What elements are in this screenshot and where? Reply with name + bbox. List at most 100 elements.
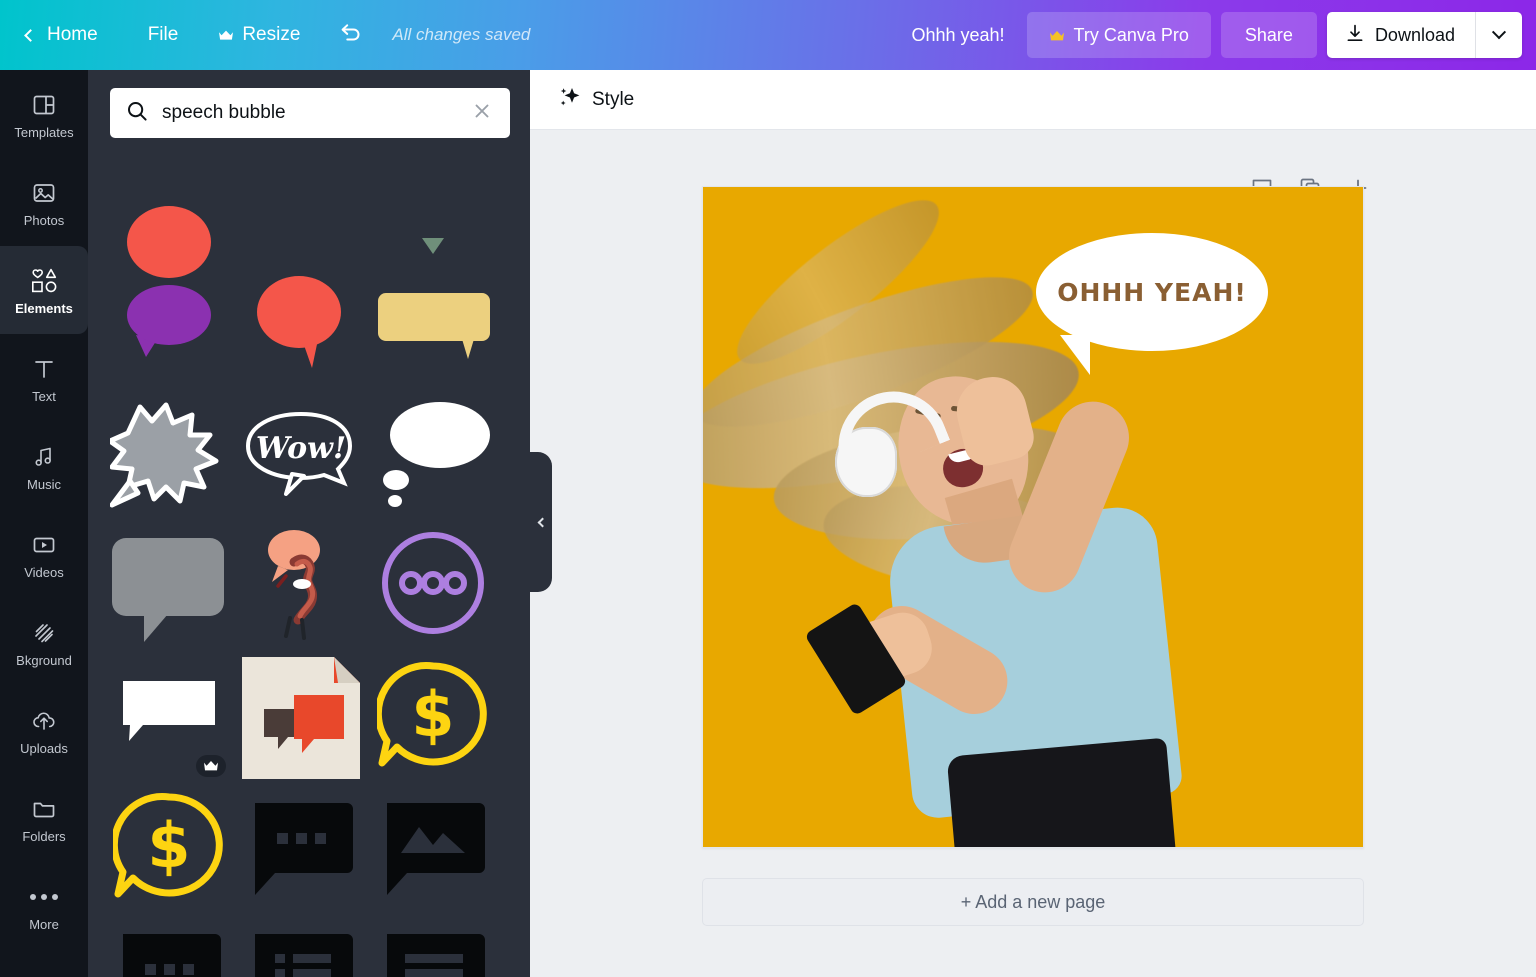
element-tile[interactable]: Wow! [242, 390, 360, 521]
document-title[interactable]: Ohhh yeah! [911, 25, 1004, 46]
element-tile[interactable]: $ [374, 652, 492, 783]
element-tile[interactable] [242, 521, 360, 652]
canvas-bubble-tail [1046, 335, 1090, 375]
sidebar-item-videos[interactable]: Videos [0, 510, 88, 598]
sidebar-item-label: Videos [24, 564, 64, 580]
wow-outline-bubble-icon: Wow! [245, 411, 353, 496]
save-status: All changes saved [392, 25, 531, 44]
folders-icon [31, 794, 57, 824]
element-tile[interactable] [110, 128, 228, 278]
elements-results-grid: Wow! $ $ [110, 128, 510, 977]
resize-button[interactable]: Resize [198, 0, 320, 70]
add-new-page-button[interactable]: + Add a new page [702, 878, 1364, 926]
element-tile[interactable] [110, 259, 228, 390]
try-canva-pro-button[interactable]: Try Canva Pro [1026, 12, 1211, 58]
file-menu-button[interactable]: File [128, 0, 199, 70]
more-dots-icon [30, 882, 58, 912]
sidebar-item-elements[interactable]: Elements [0, 246, 88, 334]
left-rail: Templates Photos Elements Text Music Vid… [0, 70, 88, 977]
black-lines-bubble-icon [387, 933, 485, 977]
tab-style[interactable]: Style [592, 89, 634, 111]
sidebar-item-label: Templates [14, 124, 74, 140]
sidebar-item-label: Photos [23, 212, 65, 228]
design-page[interactable]: OHHH YEAH! [702, 186, 1364, 848]
element-tile[interactable] [110, 390, 228, 521]
chevron-down-icon [1491, 25, 1507, 40]
elements-icon [29, 266, 59, 296]
element-tile[interactable] [374, 128, 492, 259]
red-round-bubble-icon [257, 275, 341, 368]
element-tile[interactable] [242, 652, 360, 783]
sidebar-item-label: Uploads [20, 740, 68, 756]
chevron-left-icon [24, 28, 37, 42]
undo-button[interactable] [320, 0, 382, 70]
sidebar-item-photos[interactable]: Photos [0, 158, 88, 246]
sidebar-item-label: Music [27, 476, 61, 492]
svg-text:$: $ [411, 678, 454, 751]
purple-ellipsis-circle-icon [382, 531, 484, 634]
svg-text:$: $ [147, 809, 190, 882]
search-input[interactable] [160, 101, 468, 125]
white-rough-bubble-icon [123, 680, 215, 741]
page-photo: OHHH YEAH! [703, 187, 1363, 847]
canvas-area: OHHH YEAH! + Add a new page [530, 130, 1536, 977]
text-icon [31, 354, 57, 384]
element-tile[interactable]: $ [110, 783, 228, 914]
close-icon[interactable] [468, 97, 496, 130]
element-tile[interactable] [242, 914, 360, 977]
element-tile[interactable] [110, 521, 228, 652]
black-image-bubble-icon [387, 802, 485, 895]
editor-area: Style OHHH YEAH! + Add a new page [530, 70, 1536, 977]
yellow-dollar-bubble-icon: $ [377, 661, 487, 766]
element-tile[interactable] [374, 914, 492, 977]
uploads-icon [31, 706, 57, 736]
element-tile[interactable] [242, 128, 360, 259]
sidebar-item-more[interactable]: More [0, 862, 88, 950]
download-options-button[interactable] [1476, 12, 1522, 58]
bacon-character-bubble-icon [268, 529, 320, 640]
sidebar-item-music[interactable]: Music [0, 422, 88, 510]
file-label: File [147, 24, 179, 45]
home-button[interactable]: Home [0, 0, 128, 70]
undo-arrow-icon [338, 20, 364, 51]
sidebar-item-background[interactable]: Bkground [0, 598, 88, 686]
black-list-bubble-icon [255, 933, 353, 977]
photos-icon [31, 178, 57, 208]
canvas-bubble-text: OHHH YEAH! [1057, 277, 1247, 307]
element-tile[interactable] [374, 521, 492, 652]
sidebar-item-templates[interactable]: Templates [0, 70, 88, 158]
download-button[interactable]: Download [1327, 12, 1475, 58]
videos-icon [31, 530, 57, 560]
home-label: Home [47, 24, 98, 45]
share-button[interactable]: Share [1220, 12, 1317, 58]
editor-toolbar: Style [530, 70, 1536, 130]
wow-text: Wow! [256, 431, 346, 466]
resize-label: Resize [242, 24, 301, 45]
sparkle-icon [558, 85, 582, 114]
top-bar-left: Home File Resize All changes saved [0, 0, 530, 70]
element-tile[interactable] [374, 259, 492, 390]
element-tile[interactable] [374, 390, 492, 521]
sidebar-item-text[interactable]: Text [0, 334, 88, 422]
sidebar-item-folders[interactable]: Folders [0, 774, 88, 862]
crown-icon [204, 761, 218, 771]
purple-oval-bubble-icon [127, 284, 211, 357]
canvas-speech-bubble[interactable]: OHHH YEAH! [1036, 233, 1268, 351]
element-tile[interactable] [110, 914, 228, 977]
top-bar: Home File Resize All changes saved Ohhh … [0, 0, 1536, 70]
yellow-rect-bubble-icon [378, 292, 490, 359]
crown-icon [218, 30, 234, 41]
element-tile[interactable] [242, 783, 360, 914]
gray-burst-bubble-icon [110, 402, 219, 507]
sidebar-item-label: Elements [15, 300, 73, 316]
sidebar-item-uploads[interactable]: Uploads [0, 686, 88, 774]
search-box[interactable] [110, 88, 510, 138]
download-group: Download [1326, 12, 1522, 58]
element-tile[interactable] [242, 259, 360, 390]
templates-icon [31, 90, 57, 120]
element-tile[interactable] [374, 783, 492, 914]
crown-icon [1049, 30, 1065, 41]
try-canva-pro-label: Try Canva Pro [1073, 24, 1189, 45]
element-tile[interactable] [110, 652, 228, 783]
collapse-panel-button[interactable] [530, 452, 552, 592]
